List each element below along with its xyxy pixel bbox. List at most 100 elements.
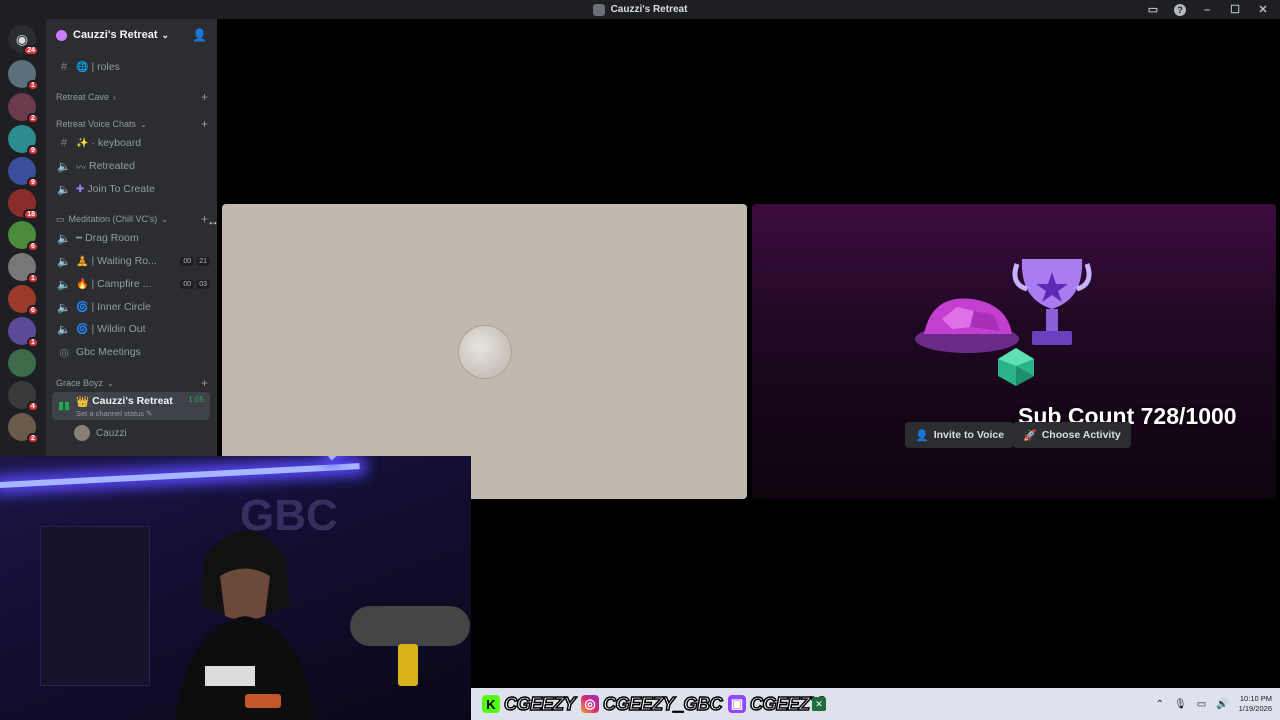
server-icon-4[interactable]: 9 — [8, 157, 39, 188]
channel-label: · keyboard — [91, 137, 142, 149]
mention-badge: 2 — [27, 433, 39, 444]
streamer-figure — [175, 531, 315, 720]
mention-badge: 4 — [27, 401, 39, 412]
dice-icon — [998, 348, 1034, 386]
fire-icon: 🔥 — [76, 278, 89, 290]
voice-user[interactable]: Cauzzi — [74, 425, 127, 441]
channel-roles[interactable]: # 🌐 | roles — [52, 57, 210, 77]
server-icon-11[interactable]: 4 — [8, 381, 39, 412]
choose-activity-button[interactable]: 🚀 Choose Activity — [1013, 422, 1131, 448]
category-label: Retreat Voice Chats — [56, 119, 137, 129]
clock[interactable]: 10:10 PM 1/19/2026 — [1239, 694, 1272, 714]
channel-retreated[interactable]: 🔈 〰 Retreated — [52, 156, 210, 176]
mention-badge: 9 — [27, 145, 39, 156]
close-icon[interactable]: ✕ — [1256, 3, 1270, 16]
channel-wildin-out[interactable]: 🔈 🌀 | Wildin Out — [52, 319, 210, 339]
server-icon-8[interactable]: 6 — [8, 285, 39, 316]
username: Cauzzi — [96, 427, 127, 439]
channel-status-button[interactable]: Set a channel status ✎ — [76, 409, 152, 418]
chevron-up-icon[interactable]: ⌃ — [1156, 699, 1164, 710]
server-icon-5[interactable]: 18 — [8, 189, 39, 220]
category-retreat-voice-chats[interactable]: Retreat Voice Chats ⌄ + — [56, 117, 208, 131]
channel-join-to-create[interactable]: 🔈 ✚ Join To Create — [52, 179, 210, 199]
channel-label: | Waiting Ro... — [91, 255, 157, 267]
add-user-icon: 👤 — [915, 429, 929, 442]
server-icon-1[interactable]: 1 — [8, 60, 39, 91]
minimize-icon[interactable]: – — [1200, 4, 1214, 16]
server-header[interactable]: Cauzzi's Retreat ⌄ 👤 — [46, 19, 217, 51]
channel-label: Cauzzi's Retreat — [92, 394, 173, 407]
button-label: Choose Activity — [1041, 429, 1121, 441]
resize-cursor-icon: ↔ — [207, 214, 219, 228]
server-icon-7[interactable]: 1 — [8, 253, 39, 284]
home-button[interactable]: ◉ 24 — [8, 25, 39, 56]
category-meditation[interactable]: ▭ Meditation (Chill VC's) ⌄ + — [56, 212, 208, 226]
server-badge-icon — [56, 29, 67, 41]
server-icon-9[interactable]: 1 — [8, 317, 39, 348]
category-label: Meditation (Chill VC's) — [68, 214, 158, 224]
channel-gbc-meetings[interactable]: ◎ Gbc Meetings — [52, 342, 210, 362]
rocket-icon: 🚀 — [1023, 429, 1037, 442]
add-channel-icon[interactable]: + — [201, 376, 208, 390]
voice-active-icon: ▮▮ — [58, 400, 71, 412]
hashtag-icon: # — [60, 137, 68, 149]
wave-icon: 🌀 — [76, 323, 89, 335]
channel-keyboard[interactable]: # ✨ · keyboard — [52, 133, 210, 153]
channel-label: Join To Create — [87, 183, 155, 195]
channel-label: | Campfire ... — [91, 278, 152, 290]
mention-badge: 6 — [27, 305, 39, 316]
channel-label: | Wildin Out — [91, 323, 146, 335]
plus-icon: ✚ — [76, 183, 85, 195]
chevron-down-icon: ⌄ — [140, 119, 147, 129]
microphone-icon[interactable]: 🎙 — [1174, 699, 1187, 710]
speaker-icon: 🔈 — [57, 232, 71, 245]
social-handles-overlay: K CGEEZY ◎ CGEEZY_GBC ▣ CGEEZY — [482, 690, 823, 718]
server-icon-3[interactable]: 9 — [8, 125, 39, 156]
inbox-icon[interactable]: ▭ — [1146, 3, 1160, 16]
channel-waiting-room[interactable]: 🔈 🧘 | Waiting Ro... 00 21 — [52, 251, 210, 271]
add-channel-icon[interactable]: + — [201, 90, 208, 104]
channel-drag-room[interactable]: 🔈 ━ Drag Room — [52, 228, 210, 248]
mention-badge: 2 — [27, 113, 39, 124]
add-member-icon[interactable]: 👤 — [192, 28, 207, 42]
user-limit-badge: 00 03 — [180, 279, 210, 289]
invite-to-voice-button[interactable]: 👤 Invite to Voice — [905, 422, 1015, 448]
kick-icon: K — [482, 695, 500, 713]
instagram-icon: ◎ — [581, 695, 600, 713]
active-voice-channel[interactable]: ▮▮ 👑 Cauzzi's Retreat 1:05 Set a channel… — [52, 392, 210, 420]
category-retreat-cave[interactable]: Retreat Cave › + — [56, 90, 208, 104]
server-icon-6[interactable]: 6 — [8, 221, 39, 252]
volume-icon[interactable]: 🔊 — [1216, 699, 1228, 710]
maximize-icon[interactable]: ☐ — [1228, 3, 1242, 16]
system-tray: ⌃ 🎙 ▭ 🔊 10:10 PM 1/19/2026 — [1156, 692, 1272, 716]
display-icon[interactable]: ▭ — [1197, 699, 1206, 710]
wave-icon: 〰 — [76, 162, 86, 174]
channel-inner-circle[interactable]: 🔈 🌀 | Inner Circle — [52, 297, 210, 317]
avatar — [74, 425, 90, 441]
webcam-feed: GBC — [0, 456, 471, 720]
category-grace-boyz[interactable]: Grace Boyz ⌄ + — [56, 376, 208, 390]
speaker-icon: 🔈 — [57, 323, 71, 336]
twitch-icon: ▣ — [728, 695, 747, 713]
add-channel-icon[interactable]: + — [201, 117, 208, 131]
server-icon-10[interactable] — [8, 349, 36, 377]
server-icon-12[interactable]: 2 — [8, 413, 39, 444]
server-icon-2[interactable]: 2 — [8, 93, 39, 124]
help-icon[interactable]: ? — [1174, 3, 1186, 16]
excel-icon[interactable]: ✕ — [812, 697, 826, 711]
user-count: 00 — [180, 256, 195, 266]
drink-can — [398, 644, 418, 686]
dash-icon: ━ — [76, 232, 83, 244]
channel-campfire[interactable]: 🔈 🔥 | Campfire ... 00 03 — [52, 274, 210, 294]
speaker-icon: 🔈 — [57, 160, 71, 173]
video-tile-user[interactable] — [222, 204, 747, 499]
crown-icon: 👑 — [76, 395, 90, 408]
server-name: Cauzzi's Retreat — [73, 29, 158, 41]
shelf — [40, 526, 150, 686]
category-label: Grace Boyz — [56, 378, 104, 388]
speaker-icon: 🔈 — [57, 255, 71, 268]
pencil-icon: ✎ — [146, 408, 153, 418]
avatar — [458, 325, 512, 379]
user-count: 00 — [180, 279, 195, 289]
chevron-down-icon: ⌄ — [161, 29, 170, 40]
